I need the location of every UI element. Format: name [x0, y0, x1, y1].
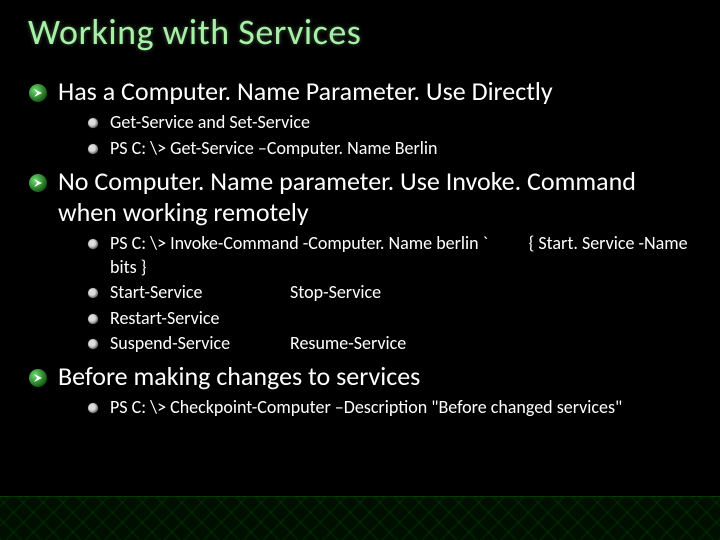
arrow-circle-icon	[28, 368, 48, 388]
arrow-circle-icon	[28, 83, 48, 103]
list-item: Suspend-Service Resume-Service	[88, 332, 692, 355]
bullet-has-computername: Has a Computer. Name Parameter. Use Dire…	[28, 76, 692, 107]
list-item: Get-Service and Set-Service	[88, 111, 692, 134]
dot-icon	[88, 239, 98, 249]
sub-list: PS C: \> Checkpoint-Computer –Descriptio…	[88, 396, 692, 419]
list-item: Start-Service Stop-Service	[88, 281, 692, 304]
col2: Resume-Service	[290, 332, 406, 355]
dot-icon	[88, 118, 98, 128]
dot-icon	[88, 403, 98, 413]
dot-icon	[88, 339, 98, 349]
item-text: PS C: \> Invoke-Command -Computer. Name …	[110, 232, 692, 279]
item-text: Restart-Service	[110, 307, 290, 330]
item-text: Start-Service Stop-Service	[110, 281, 381, 304]
col1: Suspend-Service	[110, 332, 290, 355]
slide-title: Working with Services	[28, 10, 692, 54]
heading-text: Has a Computer. Name Parameter. Use Dire…	[58, 76, 553, 107]
item-text: PS C: \> Get-Service –Computer. Name Ber…	[110, 137, 437, 160]
col1: Start-Service	[110, 281, 290, 304]
item-text: Get-Service and Set-Service	[110, 111, 310, 134]
dot-icon	[88, 288, 98, 298]
invoke-cmd-left: PS C: \> Invoke-Command -Computer. Name …	[110, 232, 488, 254]
list-item: PS C: \> Get-Service –Computer. Name Ber…	[88, 137, 692, 160]
bullet-no-computername: No Computer. Name parameter. Use Invoke.…	[28, 166, 692, 228]
slide: Working with Services Has a Computer. Na…	[0, 0, 720, 540]
col1: Restart-Service	[110, 307, 290, 330]
col2: Stop-Service	[290, 281, 381, 304]
heading-text: Before making changes to services	[58, 361, 420, 392]
list-item: Restart-Service	[88, 307, 692, 330]
bullet-before-changes: Before making changes to services	[28, 361, 692, 392]
footer-decoration	[0, 496, 720, 540]
dot-icon	[88, 144, 98, 154]
dot-icon	[88, 314, 98, 324]
list-item: PS C: \> Checkpoint-Computer –Descriptio…	[88, 396, 692, 419]
list-item: PS C: \> Invoke-Command -Computer. Name …	[88, 232, 692, 279]
sub-list: Get-Service and Set-Service PS C: \> Get…	[88, 111, 692, 160]
heading-text: No Computer. Name parameter. Use Invoke.…	[58, 166, 692, 228]
item-text: PS C: \> Checkpoint-Computer –Descriptio…	[110, 396, 622, 419]
sub-list: PS C: \> Invoke-Command -Computer. Name …	[88, 232, 692, 355]
arrow-circle-icon	[28, 173, 48, 193]
item-text: Suspend-Service Resume-Service	[110, 332, 406, 355]
